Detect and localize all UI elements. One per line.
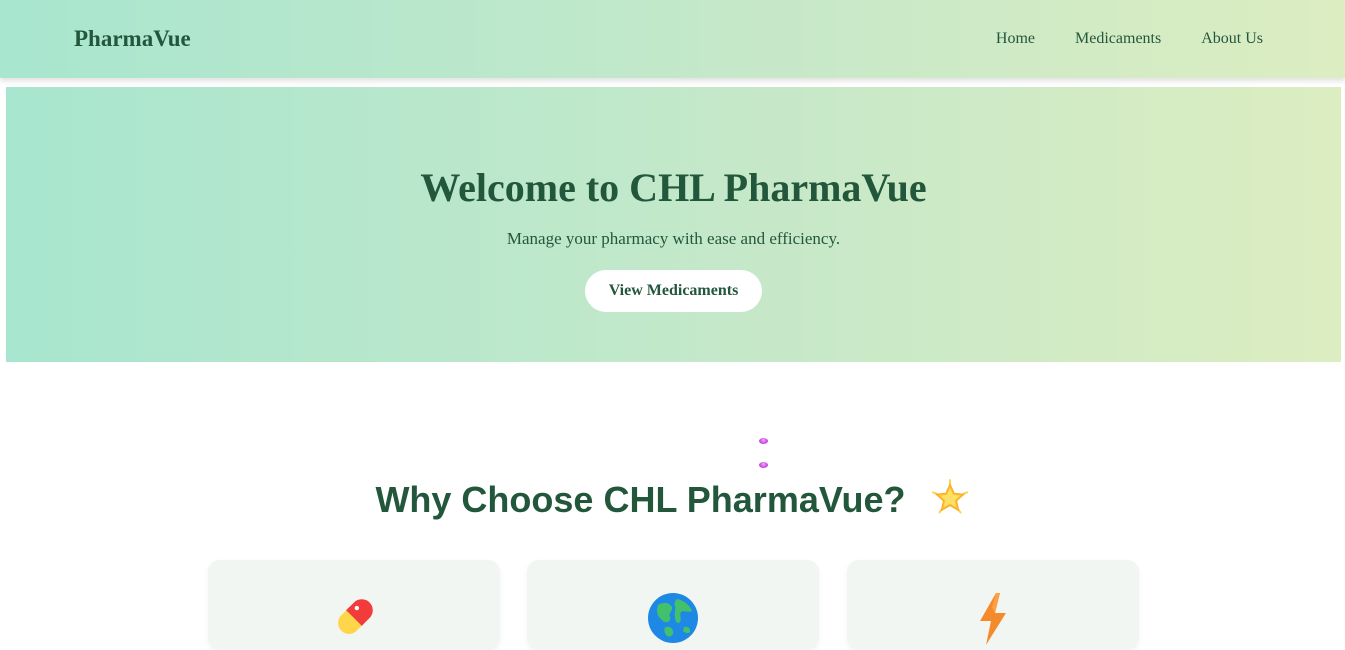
pill-icon: [327, 591, 381, 645]
loading-dots-icon: [759, 438, 769, 470]
navbar: PharmaVue Home Medicaments About Us: [0, 0, 1345, 78]
nav-link-medicaments[interactable]: Medicaments: [1075, 29, 1161, 49]
star-icon: [930, 478, 970, 518]
hero-banner: Welcome to CHL PharmaVue Manage your pha…: [6, 87, 1341, 362]
lightning-icon: [966, 591, 1020, 645]
features-title: Why Choose CHL PharmaVue?: [0, 478, 1345, 521]
nav-link-home[interactable]: Home: [996, 29, 1035, 49]
globe-icon: [646, 591, 700, 645]
feature-card-globe: [527, 560, 819, 650]
nav-links: Home Medicaments About Us: [996, 29, 1263, 49]
feature-card-pill: [208, 560, 500, 650]
feature-card-lightning: [847, 560, 1139, 650]
dot-icon: [759, 438, 768, 444]
brand-logo[interactable]: PharmaVue: [74, 25, 191, 53]
features-title-text: Why Choose CHL PharmaVue?: [375, 479, 906, 520]
dot-icon: [759, 462, 768, 468]
view-medicaments-button[interactable]: View Medicaments: [585, 270, 762, 312]
nav-link-about-us[interactable]: About Us: [1201, 29, 1263, 49]
hero-subtitle: Manage your pharmacy with ease and effic…: [506, 229, 841, 248]
hero-title: Welcome to CHL PharmaVue: [420, 165, 927, 210]
